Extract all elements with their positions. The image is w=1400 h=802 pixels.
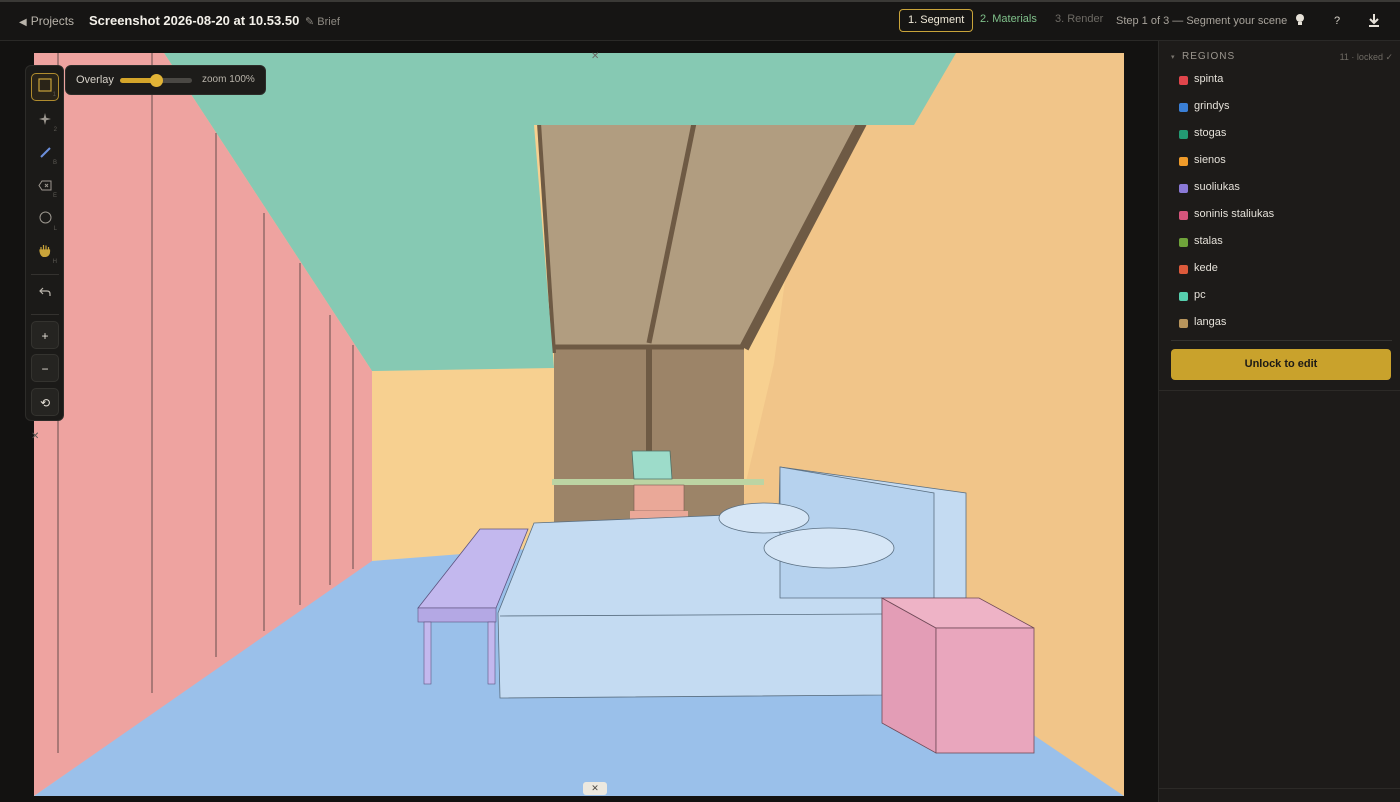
slider-thumb[interactable] bbox=[150, 74, 163, 87]
overlay-control: Overlay zoom 100% bbox=[65, 65, 266, 95]
region-swatch bbox=[1179, 211, 1188, 220]
tab-render[interactable]: 3. Render bbox=[1047, 9, 1111, 32]
region-name: spinta bbox=[1194, 73, 1224, 85]
region-swatch bbox=[1179, 238, 1188, 247]
tool-divider bbox=[31, 274, 59, 275]
lasso-tool[interactable]: L bbox=[31, 206, 59, 234]
brief-link[interactable]: ✎ Brief bbox=[305, 15, 340, 28]
region-swatch bbox=[1179, 184, 1188, 193]
hand-tool[interactable]: H bbox=[31, 239, 59, 267]
region-item[interactable]: stalas bbox=[1159, 229, 1400, 256]
overlay-opacity-slider[interactable] bbox=[120, 74, 192, 87]
project-title: Screenshot 2026-08-20 at 10.53.50 bbox=[89, 13, 300, 28]
tab-segment[interactable]: 1. Segment bbox=[899, 9, 974, 32]
unlock-to-edit-button[interactable]: Unlock to edit bbox=[1171, 349, 1391, 380]
region-name: kede bbox=[1194, 262, 1218, 274]
region-name: suoliukas bbox=[1194, 181, 1240, 193]
zoom-readout: zoom 100% bbox=[202, 74, 255, 85]
region-item[interactable]: sienos bbox=[1159, 148, 1400, 175]
region-name: grindys bbox=[1194, 100, 1230, 112]
region-swatch bbox=[1179, 265, 1188, 274]
region-item[interactable]: langas bbox=[1159, 310, 1400, 337]
undo-tool[interactable] bbox=[31, 279, 59, 307]
region-swatch bbox=[1179, 76, 1188, 85]
region-chair bbox=[633, 484, 685, 512]
sparkle-icon bbox=[39, 113, 51, 125]
region-name: pc bbox=[1194, 289, 1206, 301]
region-name: langas bbox=[1194, 316, 1227, 328]
zoom-in-button[interactable]: + bbox=[31, 321, 59, 349]
zoom-out-button[interactable]: − bbox=[31, 354, 59, 382]
undo-icon bbox=[39, 287, 51, 296]
reset-view-button[interactable]: ⟲ bbox=[31, 388, 59, 416]
region-name: sienos bbox=[1194, 154, 1226, 166]
help-icon[interactable]: ? bbox=[1329, 13, 1345, 29]
brush-icon bbox=[40, 147, 51, 158]
region-item[interactable]: stogas bbox=[1159, 121, 1400, 148]
region-item[interactable]: soninis staliukas bbox=[1159, 202, 1400, 229]
tool-key: L bbox=[53, 226, 57, 232]
region-swatch bbox=[1179, 130, 1188, 139]
tool-key: 1 bbox=[52, 92, 56, 98]
panel-divider bbox=[1159, 788, 1400, 789]
tool-key: 2 bbox=[53, 127, 57, 133]
eraser-icon bbox=[38, 180, 52, 191]
download-icon[interactable] bbox=[1366, 13, 1382, 29]
region-swatch bbox=[1179, 292, 1188, 301]
region-name: soninis staliukas bbox=[1194, 208, 1275, 220]
region-swatch bbox=[1179, 319, 1188, 328]
brush-tool[interactable]: B bbox=[31, 140, 59, 168]
region-item[interactable]: spinta bbox=[1159, 67, 1400, 94]
region-walls-back bbox=[364, 363, 554, 573]
top-handle-icon[interactable]: ✕ bbox=[591, 51, 599, 62]
back-to-projects-link[interactable]: ◀ Projects bbox=[19, 14, 74, 28]
tool-divider bbox=[31, 314, 59, 315]
regions-header[interactable]: ▾ REGIONS 11 · locked ✓ bbox=[1171, 51, 1393, 67]
eraser-tool[interactable]: E bbox=[31, 173, 59, 201]
top-bar: ◀ Projects Screenshot 2026-08-20 at 10.53… bbox=[0, 0, 1400, 41]
hand-icon bbox=[39, 245, 51, 258]
region-item[interactable]: suoliukas bbox=[1159, 175, 1400, 202]
box-select-tool[interactable]: 1 bbox=[31, 73, 59, 101]
magic-wand-tool[interactable]: 2 bbox=[31, 107, 59, 135]
region-pc bbox=[631, 450, 673, 480]
region-name: stogas bbox=[1194, 127, 1227, 139]
region-swatch bbox=[1179, 157, 1188, 166]
tool-key: H bbox=[52, 259, 57, 265]
left-handle-icon[interactable]: ✕ bbox=[31, 431, 39, 442]
region-item[interactable]: pc bbox=[1159, 283, 1400, 310]
canvas-area[interactable]: ✕ ✕ ✕ bbox=[0, 41, 1158, 802]
overlay-label: Overlay bbox=[76, 74, 114, 86]
back-label: Projects bbox=[30, 14, 75, 28]
regions-title: REGIONS bbox=[1182, 51, 1236, 62]
region-swatch bbox=[1179, 103, 1188, 112]
panel-divider bbox=[1171, 340, 1392, 341]
regions-panel: ▾ REGIONS 11 · locked ✓ spinta grindys s… bbox=[1158, 41, 1400, 802]
region-name: stalas bbox=[1194, 235, 1223, 247]
bottom-handle-icon[interactable]: ✕ bbox=[583, 782, 607, 795]
tab-materials[interactable]: 2. Materials bbox=[972, 9, 1045, 32]
region-item[interactable]: kede bbox=[1159, 256, 1400, 283]
segmentation-canvas[interactable] bbox=[34, 53, 1124, 796]
chevron-down-icon: ▾ bbox=[1171, 54, 1175, 61]
regions-count: 11 · locked ✓ bbox=[1339, 52, 1393, 62]
panel-divider bbox=[1159, 390, 1400, 391]
tool-palette: 1 2 B E L H + − ⟲ bbox=[25, 65, 64, 421]
region-desk bbox=[552, 479, 764, 485]
region-item[interactable]: grindys bbox=[1159, 94, 1400, 121]
tool-key: E bbox=[52, 193, 57, 199]
lasso-icon bbox=[39, 211, 51, 224]
lightbulb-icon[interactable] bbox=[1292, 13, 1308, 29]
step-status: Step 1 of 3 — Segment your scene bbox=[1116, 15, 1288, 27]
box-select-icon bbox=[38, 78, 52, 92]
back-arrow-icon: ◀ bbox=[19, 17, 27, 28]
tool-key: B bbox=[52, 160, 57, 166]
